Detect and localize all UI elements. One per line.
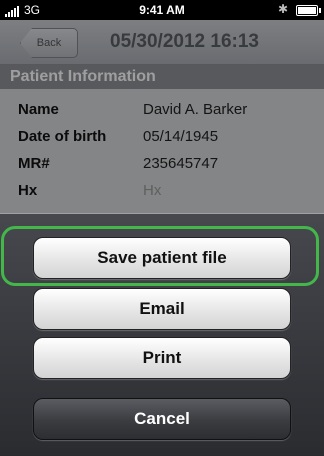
save-patient-file-button[interactable]: Save patient file bbox=[33, 237, 291, 279]
section-header: Patient Information bbox=[0, 65, 324, 89]
info-value: 235645747 bbox=[143, 155, 219, 172]
hx-input[interactable]: Hx bbox=[143, 182, 313, 199]
info-value: 05/14/1945 bbox=[143, 128, 219, 145]
status-bar: 3G 9:41 AM ✱ bbox=[0, 0, 324, 20]
info-label: Name bbox=[18, 101, 59, 118]
info-label: Date of birth bbox=[18, 128, 107, 145]
email-button[interactable]: Email bbox=[33, 288, 291, 330]
patient-info-panel: Name David A. Barker Date of birth 05/14… bbox=[0, 89, 324, 213]
nav-title: 05/30/2012 16:13 bbox=[110, 31, 259, 52]
info-value: David A. Barker bbox=[143, 101, 248, 118]
info-label: Hx bbox=[18, 182, 38, 199]
action-sheet: Save patient file Email Print Cancel bbox=[0, 213, 324, 456]
section-title: Patient Information bbox=[10, 68, 156, 85]
print-button[interactable]: Print bbox=[33, 337, 291, 379]
status-time: 9:41 AM bbox=[139, 3, 185, 17]
bluetooth-icon: ✱ bbox=[277, 2, 288, 16]
back-button[interactable]: Back bbox=[20, 28, 78, 58]
battery-icon bbox=[296, 5, 321, 16]
cancel-button[interactable]: Cancel bbox=[33, 398, 291, 440]
info-label: MR# bbox=[18, 155, 50, 172]
navigation-bar: Back 05/30/2012 16:13 bbox=[0, 20, 324, 65]
